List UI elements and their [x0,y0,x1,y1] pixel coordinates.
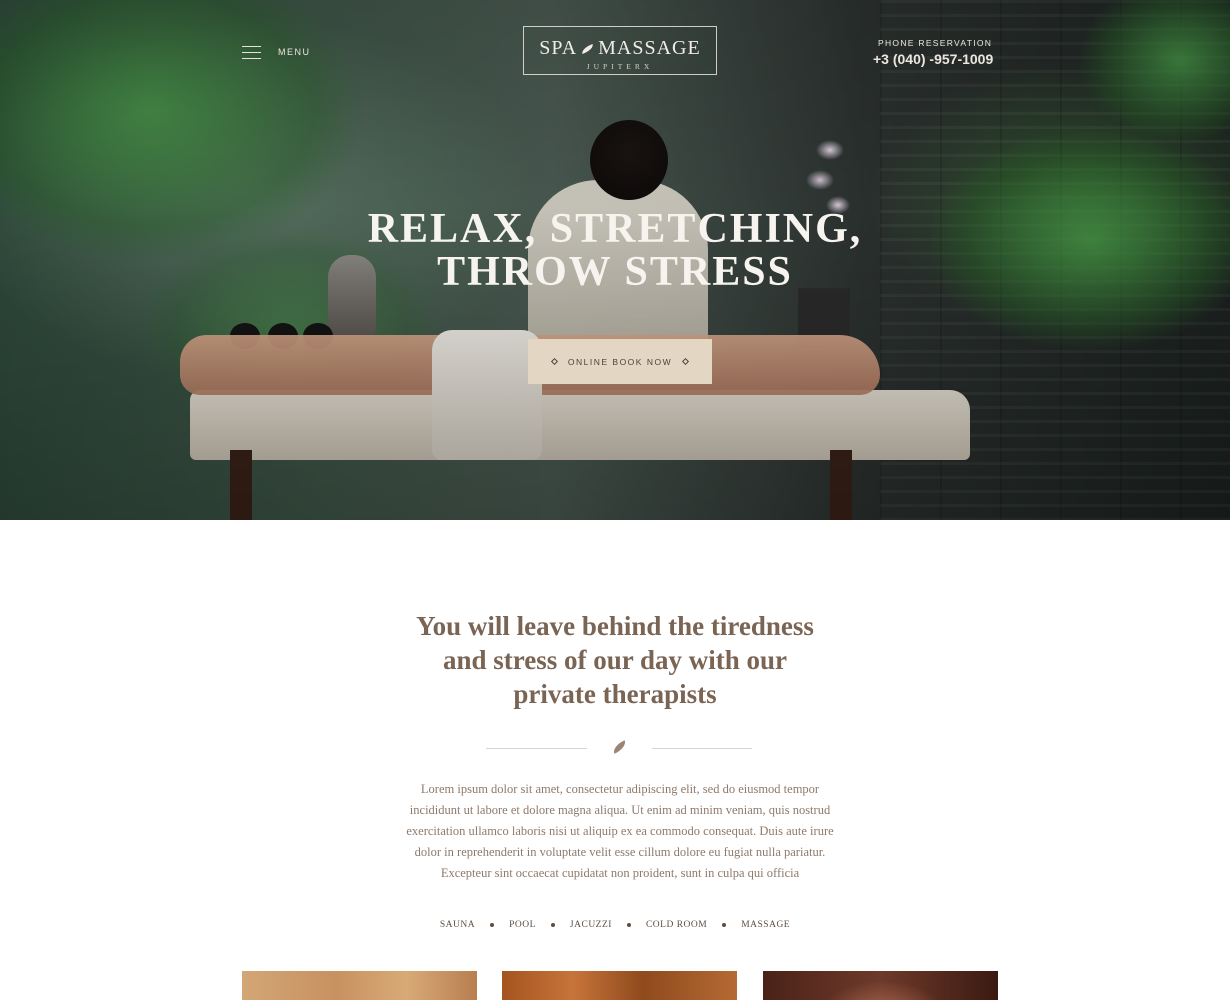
sauna-card-image[interactable] [242,971,477,1000]
logo-word-massage: MASSAGE [598,37,701,59]
menu-button[interactable]: MENU [242,44,312,60]
logo-subtitle: JUPITERX [586,62,654,71]
logo-word-spa: SPA [539,37,578,59]
separator-dot [722,923,727,927]
hero-title: RELAX, STRETCHING, THROW STRESS [315,208,915,294]
phone-reservation-label: PHONE RESERVATION [878,38,993,48]
tab-pool[interactable]: POOL [509,920,536,930]
phone-number-link[interactable]: +3 (040) -957-1009 [873,51,993,67]
site-logo[interactable]: SPA MASSAGE JUPITERX [523,26,717,75]
separator-dot [626,923,631,927]
separator-dot [550,923,555,927]
tab-cold-room[interactable]: COLD ROOM [646,920,707,930]
tab-jacuzzi[interactable]: JACUZZI [570,920,612,930]
hero-title-line: THROW STRESS [437,249,793,295]
intro-heading-line: private therapists [513,679,717,709]
hamburger-icon [242,45,261,59]
book-button-label: ONLINE BOOK NOW [567,356,673,367]
online-book-button[interactable]: ONLINE BOOK NOW [528,339,712,384]
tab-massage[interactable]: MASSAGE [741,920,790,930]
leaf-icon [611,740,628,754]
divider-line-left [486,748,587,749]
intro-heading-line: You will leave behind the tiredness [416,611,814,641]
separator-dot [490,923,495,927]
service-tabs: SAUNA POOL JACUZZI COLD ROOM MASSAGE [0,920,1230,930]
tab-sauna[interactable]: SAUNA [440,920,475,930]
hero-banner: MENU SPA MASSAGE JUPITERX PHONE RESERVAT… [0,0,1230,520]
intro-heading-line: and stress of our day with our [442,645,788,675]
diamond-icon [682,357,690,366]
intro-heading: You will leave behind the tiredness and … [365,609,865,711]
hero-title-line: RELAX, STRETCHING, [367,206,863,252]
diamond-icon [550,357,558,366]
divider-line-right [652,748,752,749]
pool-card-image[interactable] [502,971,737,1000]
menu-label: MENU [278,47,311,57]
leaf-icon [580,43,595,54]
intro-paragraph: Lorem ipsum dolor sit amet, consectetur … [406,782,834,880]
massage-card-image[interactable] [763,971,998,1000]
